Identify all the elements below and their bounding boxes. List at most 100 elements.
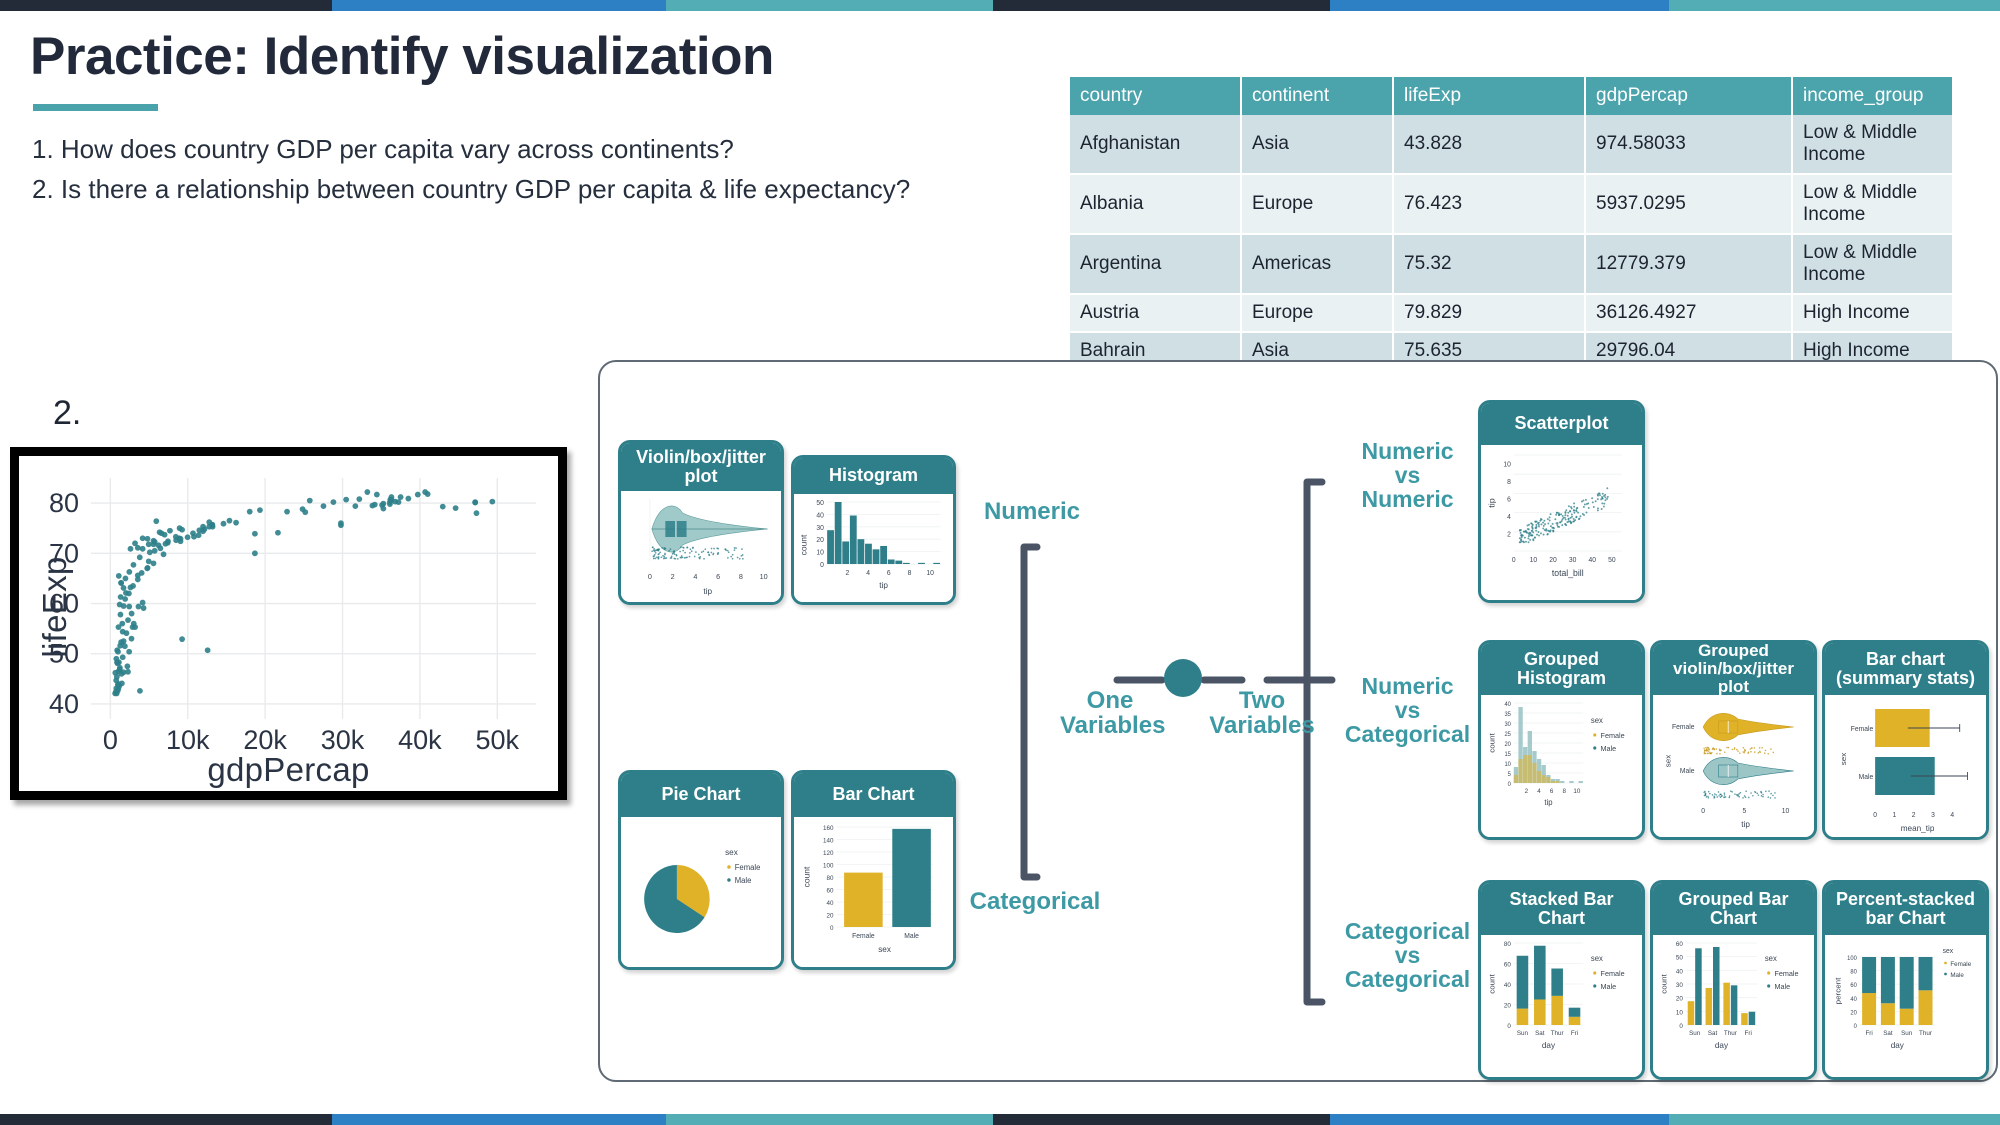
svg-text:25: 25 (1504, 732, 1511, 738)
card-bar-chart[interactable]: Bar Chart 160 140 120 100 80 60 40 20 0 Female Mal… (791, 770, 956, 970)
svg-text:Male: Male (1859, 774, 1874, 781)
svg-text:10: 10 (816, 550, 824, 557)
branch-label-numeric-vs-categorical: Numeric vs Categorical (1325, 675, 1490, 747)
card-grouped-bar-chart[interactable]: Grouped Bar Chart Sun Sat Thur Fri 60 50 40 30 2… (1650, 880, 1817, 1080)
svg-text:4: 4 (1537, 788, 1541, 795)
svg-text:0: 0 (830, 925, 834, 932)
table-cell-r0-c2: 43.828 (1393, 115, 1585, 174)
svg-text:10: 10 (1530, 557, 1538, 564)
diagram-hub-node (1164, 659, 1202, 697)
question-2: 2. Is there a relationship between count… (32, 174, 910, 205)
table-cell-r2-c3: 12779.379 (1585, 234, 1792, 294)
svg-text:6: 6 (887, 570, 891, 577)
svg-text:Fri: Fri (1865, 1030, 1872, 1037)
svg-text:sex: sex (1591, 716, 1603, 725)
svg-text:Female: Female (1601, 969, 1625, 978)
scatterplot-svg: 0 10k 20k 30k 40k 50k4050607080 (19, 456, 558, 791)
column-header-income-group: income_group (1792, 77, 1952, 115)
card-thumb-violin: 0 2 4 6 8 10 tip (621, 491, 781, 602)
svg-text:100: 100 (1847, 956, 1857, 962)
svg-text:10: 10 (760, 572, 768, 581)
svg-text:day: day (1891, 1040, 1905, 1050)
svg-text:10: 10 (1573, 788, 1580, 795)
svg-text:2: 2 (1507, 531, 1511, 538)
svg-text:0: 0 (820, 562, 824, 569)
svg-text:0: 0 (1873, 812, 1877, 819)
svg-text:20: 20 (1504, 742, 1511, 748)
card-stacked-bar-chart[interactable]: Stacked Bar Chart Sun Sat Thur Fri 80 60 40 20 0… (1478, 880, 1645, 1080)
table-cell-r0-c1: Asia (1241, 115, 1393, 174)
scatter-y-axis-title: lifeExp (36, 527, 74, 687)
svg-text:Sun: Sun (1689, 1030, 1701, 1037)
svg-text:2: 2 (671, 572, 675, 581)
svg-text:2: 2 (846, 570, 850, 577)
svg-text:Fri: Fri (1571, 1030, 1578, 1037)
svg-text:30: 30 (1504, 722, 1511, 728)
svg-text:0: 0 (1508, 782, 1512, 788)
svg-text:0: 0 (1701, 808, 1705, 815)
svg-text:sex: sex (1663, 755, 1672, 768)
svg-text:count: count (1660, 973, 1669, 993)
table-cell-r0-c4: Low & Middle Income (1792, 115, 1952, 174)
card-histogram[interactable]: Histogram 50 40 30 20 10 0 2 4 6 8 10 tip count (791, 455, 956, 605)
card-pie-chart[interactable]: Pie Chart sex Female Male (618, 770, 784, 970)
decor-segment-0 (0, 0, 332, 11)
card-thumb-bar: 160 140 120 100 80 60 40 20 0 Female Male sex count (794, 817, 953, 969)
svg-text:6: 6 (716, 572, 720, 581)
card-bar-chart-summary-stats[interactable]: Bar chart (summary stats) Female Male 0 1 2 3… (1822, 640, 1989, 840)
svg-text:tip: tip (1741, 819, 1750, 829)
svg-text:Male: Male (1950, 972, 1964, 979)
card-title-summary-bar: Bar chart (summary stats) (1825, 643, 1986, 695)
svg-text:tip: tip (1544, 798, 1553, 807)
bottom-decor-bar (0, 1114, 2000, 1125)
svg-text:10: 10 (1676, 1009, 1683, 1016)
table-row: Austria Europe 79.829 36126.4927 High Income (1070, 294, 1952, 332)
table-cell-r1-c0: Albania (1070, 174, 1241, 234)
decor-segment-3 (993, 1114, 1330, 1125)
svg-text:10: 10 (926, 570, 934, 577)
card-title-grouped-histogram: Grouped Histogram (1481, 643, 1642, 695)
svg-text:60: 60 (827, 887, 834, 894)
svg-text:4: 4 (1507, 514, 1511, 521)
svg-text:Thur: Thur (1551, 1030, 1565, 1037)
card-title-stacked-bar: Stacked Bar Chart (1481, 883, 1642, 935)
decor-segment-1 (332, 1114, 666, 1125)
decor-segment-2 (666, 1114, 993, 1125)
svg-text:Female: Female (1672, 724, 1695, 731)
svg-text:2: 2 (1525, 788, 1529, 795)
scatterplot-canvas: 0 10k 20k 30k 40k 50k 40 50 60 70 80 (19, 456, 558, 791)
table-row: Argentina Americas 75.32 12779.379 Low & Mid… (1070, 234, 1952, 294)
question-1: 1. How does country GDP per capita vary … (32, 134, 734, 165)
branch-label-numeric: Numeric (967, 500, 1097, 525)
top-decor-bar (0, 0, 2000, 11)
card-grouped-histogram[interactable]: Grouped Histogram 40 35 30 25 20 15 10 5 0 2 4 6 8 10… (1478, 640, 1645, 840)
card-scatterplot[interactable]: Scatterplot 10 8 6 4 2 0 10 20 30 40 50 total_bill t… (1478, 400, 1645, 603)
card-grouped-violin-plot[interactable]: Grouped violin/box/jitter plot Female Mal… (1650, 640, 1817, 840)
card-thumb-histogram: 50 40 30 20 10 0 2 4 6 8 10 tip count (794, 494, 953, 604)
svg-text:Male: Male (1601, 744, 1617, 753)
svg-text:sex: sex (725, 847, 739, 857)
svg-text:count: count (1488, 973, 1497, 993)
svg-text:8: 8 (1563, 788, 1567, 795)
svg-text:Female: Female (1601, 731, 1625, 740)
svg-text:Female: Female (1774, 969, 1798, 978)
card-violin-box-jitter-plot[interactable]: Violin/box/jitter plot 0 2 4 6 8 10 tip (618, 440, 784, 605)
svg-text:count: count (799, 534, 809, 555)
svg-text:8: 8 (1507, 479, 1511, 486)
svg-text:sex: sex (1943, 948, 1954, 955)
table-cell-r3-c0: Austria (1070, 294, 1241, 332)
svg-text:30: 30 (1676, 982, 1683, 989)
card-title-grouped-violin: Grouped violin/box/jitter plot (1653, 643, 1814, 695)
svg-text:0: 0 (1854, 1024, 1858, 1030)
svg-text:60: 60 (1850, 983, 1857, 989)
table-cell-r3-c1: Europe (1241, 294, 1393, 332)
decor-segment-4 (1330, 1114, 1669, 1125)
svg-text:10: 10 (1503, 462, 1511, 469)
svg-text:40: 40 (1676, 968, 1683, 975)
gapminder-data-table: country continent lifeExp gdpPercap inco… (1070, 77, 1952, 371)
svg-text:140: 140 (823, 837, 834, 844)
card-percent-stacked-bar-chart[interactable]: Percent-stacked bar Chart Fri Sat Sun Thur 1… (1822, 880, 1989, 1080)
table-cell-r0-c0: Afghanistan (1070, 115, 1241, 174)
svg-text:Male: Male (1774, 982, 1790, 991)
decor-segment-3 (993, 0, 1330, 11)
